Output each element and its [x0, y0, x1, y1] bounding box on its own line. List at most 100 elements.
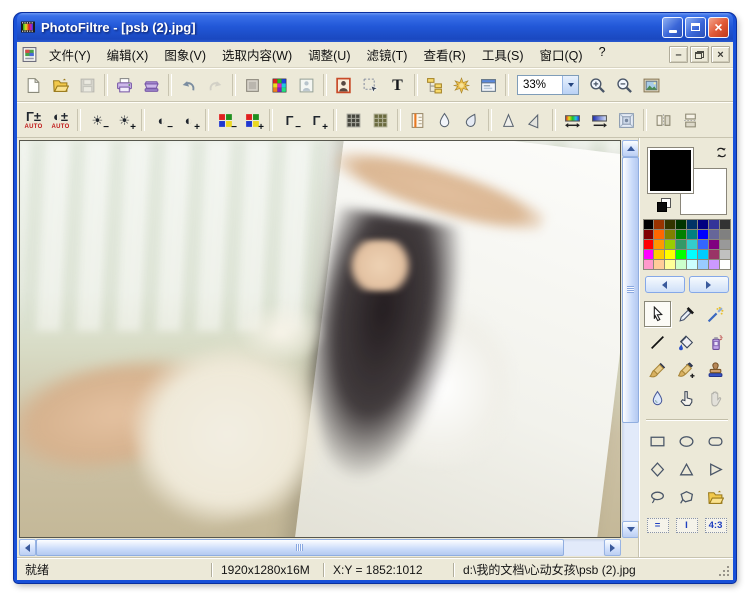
eyedropper-button[interactable] — [673, 301, 700, 327]
sharpen-more-button[interactable] — [522, 108, 549, 133]
maximize-button[interactable] — [685, 17, 706, 38]
advanced-brush-button[interactable] — [673, 357, 700, 383]
palette-color-18[interactable] — [665, 240, 675, 249]
palette-color-6[interactable] — [709, 220, 719, 229]
photomasque-button[interactable] — [448, 73, 475, 98]
palette-color-36[interactable] — [687, 260, 697, 269]
scroll-left-button[interactable] — [19, 539, 36, 556]
saturation-minus-button[interactable]: − — [212, 108, 239, 133]
option-equal-button[interactable]: = — [644, 512, 671, 538]
indexed-colors-button[interactable] — [266, 73, 293, 98]
palette-color-30[interactable] — [709, 250, 719, 259]
auto-contrast-button[interactable]: ◐±AUTO — [47, 108, 74, 133]
clone-stamp-button[interactable] — [702, 357, 729, 383]
menu-item-5[interactable]: 调整(U) — [300, 42, 358, 67]
mirror-button[interactable] — [650, 108, 677, 133]
palette-color-7[interactable] — [720, 220, 730, 229]
transparency-button[interactable] — [293, 73, 320, 98]
canvas-size-button[interactable] — [586, 108, 613, 133]
auto-levels-button[interactable]: Γ±AUTO — [20, 108, 47, 133]
mdi-restore-button[interactable] — [690, 46, 709, 63]
scan-button[interactable] — [138, 73, 165, 98]
relief-button[interactable] — [404, 108, 431, 133]
palette-color-4[interactable] — [687, 220, 697, 229]
menu-item-2[interactable]: 编辑(X) — [99, 42, 157, 67]
menu-item-10[interactable]: ? — [591, 42, 614, 67]
sepia-button[interactable] — [367, 108, 394, 133]
palette-color-13[interactable] — [698, 230, 708, 239]
mdi-minimize-button[interactable]: – — [669, 46, 688, 63]
resize-grip[interactable] — [719, 566, 731, 578]
minimize-button[interactable] — [662, 17, 683, 38]
palette-color-12[interactable] — [687, 230, 697, 239]
explorer-button[interactable] — [421, 73, 448, 98]
palette-color-21[interactable] — [698, 240, 708, 249]
horizontal-scroll-thumb[interactable] — [36, 539, 564, 556]
foreground-color-swatch[interactable] — [647, 147, 694, 194]
menu-item-1[interactable]: 文件(Y) — [41, 42, 99, 67]
horizontal-scroll-track[interactable] — [36, 539, 604, 556]
image-size-button[interactable] — [559, 108, 586, 133]
palette-color-25[interactable] — [654, 250, 664, 259]
select-polygon-button[interactable] — [673, 484, 700, 510]
palette-color-9[interactable] — [654, 230, 664, 239]
fit-image-button[interactable] — [638, 73, 665, 98]
outer-frame-button[interactable] — [613, 108, 640, 133]
contrast-plus-button[interactable]: ◐+ — [175, 108, 202, 133]
palette-color-33[interactable] — [654, 260, 664, 269]
palette-color-16[interactable] — [644, 240, 654, 249]
palette-color-2[interactable] — [665, 220, 675, 229]
menu-item-3[interactable]: 图象(V) — [156, 42, 214, 67]
saturation-plus-button[interactable]: + — [239, 108, 266, 133]
palette-color-8[interactable] — [644, 230, 654, 239]
open-button[interactable] — [47, 73, 74, 98]
vertical-scrollbar[interactable] — [622, 140, 639, 538]
vertical-scroll-thumb[interactable] — [622, 157, 639, 423]
paintbrush-button[interactable] — [644, 357, 671, 383]
palette-color-3[interactable] — [676, 220, 686, 229]
scroll-up-button[interactable] — [622, 140, 639, 157]
titlebar[interactable]: PhotoFiltre - [psb (2).jpg] × — [17, 13, 733, 42]
palette-color-32[interactable] — [644, 260, 654, 269]
airbrush-button[interactable] — [702, 329, 729, 355]
select-ellipse-button[interactable] — [673, 428, 700, 454]
zoom-in-button[interactable] — [584, 73, 611, 98]
hide-selection-button[interactable] — [239, 73, 266, 98]
palette-color-24[interactable] — [644, 250, 654, 259]
print-button[interactable] — [111, 73, 138, 98]
menu-item-9[interactable]: 窗口(Q) — [532, 42, 591, 67]
palette-color-37[interactable] — [698, 260, 708, 269]
zoom-dropdown-button[interactable] — [562, 76, 578, 94]
flip-button[interactable] — [677, 108, 704, 133]
grayscale-button[interactable] — [340, 108, 367, 133]
blur-tool-button[interactable] — [644, 385, 671, 411]
menu-item-4[interactable]: 选取内容(W) — [214, 42, 300, 67]
select-diamond-button[interactable] — [644, 456, 671, 482]
new-button[interactable] — [20, 73, 47, 98]
mdi-close-button[interactable]: × — [711, 46, 730, 63]
canvas-image[interactable] — [19, 140, 621, 538]
palette-color-28[interactable] — [687, 250, 697, 259]
menu-item-6[interactable]: 滤镜(T) — [359, 42, 416, 67]
palette-color-31[interactable] — [720, 250, 730, 259]
menu-item-7[interactable]: 查看(R) — [415, 42, 473, 67]
palette-color-15[interactable] — [720, 230, 730, 239]
palette-next-button[interactable] — [689, 276, 729, 293]
default-colors-icon[interactable] — [657, 198, 671, 212]
blur-button[interactable] — [431, 108, 458, 133]
gamma-plus-button[interactable]: Γ+ — [303, 108, 330, 133]
select-triangle-button[interactable] — [673, 456, 700, 482]
magic-wand-button[interactable] — [702, 301, 729, 327]
option-ratio-4-3-button[interactable]: 4:3 — [702, 512, 729, 538]
gamma-minus-button[interactable]: Γ− — [276, 108, 303, 133]
palette-color-19[interactable] — [676, 240, 686, 249]
select-triangle-right-button[interactable] — [702, 456, 729, 482]
palette-color-23[interactable] — [720, 240, 730, 249]
palette-color-17[interactable] — [654, 240, 664, 249]
palette-color-29[interactable] — [698, 250, 708, 259]
select-lasso-button[interactable] — [644, 484, 671, 510]
zoom-out-button[interactable] — [611, 73, 638, 98]
smudge-button[interactable] — [673, 385, 700, 411]
palette-color-20[interactable] — [687, 240, 697, 249]
horizontal-scrollbar[interactable] — [19, 539, 621, 556]
